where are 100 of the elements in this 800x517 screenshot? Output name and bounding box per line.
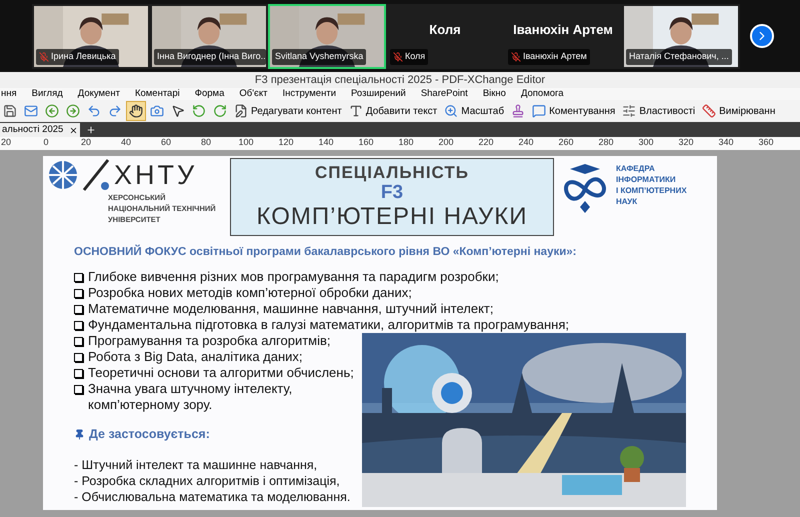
checkbox-bullet-icon: [74, 305, 83, 314]
focus-heading: ОСНОВНИЙ ФОКУС освітньої програми бакалаврського рівня ВО «Комп’ютерні науки»:: [73, 244, 578, 259]
participant-tile[interactable]: Ірина Левицька: [32, 4, 150, 68]
participant-tile[interactable]: Іванюхін Артем Іванюхін Артем: [504, 4, 622, 68]
window-title: F3 презентація спеціальності 2025 - PDF-XChange Editor: [254, 72, 546, 88]
pin-icon: [74, 428, 85, 440]
camera-icon: [150, 104, 164, 118]
document-edit-icon: [234, 104, 248, 118]
arrow-right-icon: [66, 104, 80, 118]
mail-icon: [24, 104, 38, 118]
checkbox-bullet-icon: [74, 273, 83, 282]
ruler-label: 160: [357, 137, 375, 148]
redo-icon: [108, 104, 122, 118]
ruler-label: 80: [200, 137, 212, 148]
department-name: ІНФОРМАТИКИ: [616, 174, 677, 185]
menu-item[interactable]: Об'єкт: [239, 86, 268, 102]
ruler-icon: [702, 104, 716, 118]
ruler-label: 200: [437, 137, 455, 148]
ruler-label: 260: [557, 137, 575, 148]
slash-dot-icon: [82, 158, 110, 192]
menu-item[interactable]: Форма: [194, 86, 224, 102]
list-item: Фундаментальна підготовка в галузі математики, алгоритмів та програмування;: [88, 317, 569, 333]
menu-item[interactable]: Вигляд: [32, 86, 63, 102]
ruler-label: 360: [757, 137, 775, 148]
university-logo-mark: ХНТУ: [114, 160, 198, 190]
menu-item[interactable]: Допомога: [520, 86, 564, 102]
globe-logo-icon: [48, 160, 78, 190]
list-item: Теоретичні основи та алгоритми обчислень;: [88, 365, 354, 381]
comment-icon: [532, 104, 546, 118]
toolbar-button[interactable]: Редагувати контент: [231, 101, 345, 121]
sliders-icon: [622, 104, 636, 118]
name-label: Інна Вигоднер (Інна Виго...: [154, 49, 266, 64]
arrow-left-icon: [45, 104, 59, 118]
pointer-icon: [171, 104, 185, 118]
participant-tile[interactable]: Svitlana Vyshemyrska: [268, 4, 386, 68]
menu-item[interactable]: Документ: [78, 86, 120, 102]
checkbox-bullet-icon: [74, 369, 83, 378]
ruler-label: 20: [80, 137, 92, 148]
save-icon: [3, 104, 17, 118]
checkbox-bullet-icon: [74, 353, 83, 362]
toolbar-button[interactable]: Коментування: [529, 101, 618, 121]
ruler-label: 240: [517, 137, 535, 148]
checkbox-bullet-icon: [74, 337, 83, 346]
menu-item[interactable]: Вікно: [482, 86, 506, 102]
menu-item[interactable]: Інструменти: [282, 86, 336, 102]
ruler-label: 0: [42, 137, 50, 148]
toolbar-button[interactable]: Добавити текст: [346, 101, 440, 121]
list-item: - Обчислювальна математика та моделювання.: [74, 488, 352, 505]
ruler-label: 40: [120, 137, 132, 148]
name-label: Іванюхін Артем: [508, 49, 590, 64]
ruler-label: 180: [397, 137, 415, 148]
slide-code: F3: [380, 182, 404, 203]
undo-icon: [87, 104, 101, 118]
ruler-label: 300: [637, 137, 655, 148]
ruler-label: 120: [277, 137, 295, 148]
rotate-left-icon: [192, 104, 206, 118]
hand-icon: [129, 104, 143, 118]
ruler-label: 20: [0, 137, 12, 148]
stamp-icon: [511, 104, 526, 118]
text-icon: [348, 104, 363, 118]
list-item: Значна увага штучному інтелекту, комп’ютерному зору.: [88, 381, 294, 413]
hand-button[interactable]: [126, 101, 146, 121]
ruler-label: 280: [597, 137, 615, 148]
participant-tile[interactable]: Інна Вигоднер (Інна Виго...: [150, 4, 268, 68]
menu-item[interactable]: ння: [1, 86, 17, 102]
checkbox-bullet-icon: [74, 321, 83, 330]
menu-item[interactable]: Розширений: [351, 86, 406, 102]
name-label: Коля: [390, 49, 428, 64]
participant-name-large: Коля: [429, 21, 461, 40]
menu-item[interactable]: Коментарі: [134, 86, 180, 102]
department-name: КАФЕДРА: [616, 163, 656, 174]
list-item: Розробка нових методів комп’ютерної обробки даних;: [88, 285, 412, 301]
checkbox-bullet-icon: [74, 289, 83, 298]
close-icon[interactable]: [69, 126, 78, 134]
zoom-icon: [444, 104, 458, 118]
participant-tile[interactable]: Наталія Стефанович, ...: [622, 4, 740, 68]
new-tab-icon[interactable]: [86, 125, 96, 135]
slide-subtitle: СПЕЦІАЛЬНІСТЬ: [314, 163, 470, 182]
name-label: Svitlana Vyshemyrska: [272, 49, 366, 64]
next-page-button[interactable]: [750, 24, 774, 48]
participant-tile[interactable]: Коля Коля: [386, 4, 504, 68]
participant-name-large: Іванюхін Артем: [513, 21, 613, 40]
toolbar-button[interactable]: Масштаб: [441, 101, 508, 121]
ruler-label: 220: [477, 137, 495, 148]
applications-heading: Де застосовується:: [89, 426, 210, 443]
list-item: Програмування та розробка алгоритмів;: [88, 333, 331, 349]
rotate-right-icon: [213, 104, 227, 118]
toolbar-button[interactable]: Властивості: [619, 101, 698, 121]
name-label: Ірина Левицька: [36, 49, 119, 64]
ruler-label: 140: [317, 137, 335, 148]
department-name: НАУК: [616, 196, 638, 207]
slide-title: КОМП’ЮТЕРНІ НАУКИ: [256, 203, 528, 231]
ruler-label: 100: [237, 137, 255, 148]
document-tab[interactable]: альності 2025: [0, 123, 80, 137]
list-item: Робота з Big Data, аналітика даних;: [88, 349, 303, 365]
menu-item[interactable]: SharePoint: [420, 86, 468, 102]
list-item: Математичне моделювання, машинне навчання, штучний інтелект;: [88, 301, 494, 317]
ruler-label: 60: [160, 137, 172, 148]
toolbar-button[interactable]: Вимірюванн: [699, 101, 778, 121]
name-label: Наталія Стефанович, ...: [626, 49, 732, 64]
